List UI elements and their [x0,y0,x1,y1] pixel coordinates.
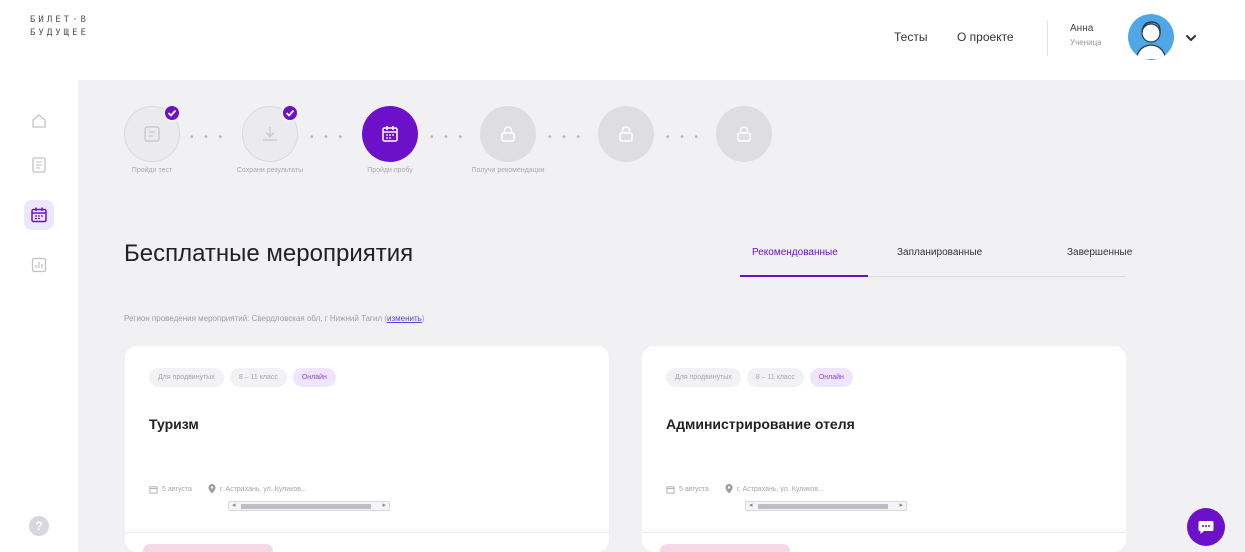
tab-completed[interactable]: Завершенные [1067,247,1132,258]
logo[interactable]: БИЛЕТ·В БУДУЩЕЕ [30,14,89,40]
event-title[interactable]: Туризм [149,416,199,432]
calendar-icon [149,485,158,494]
step-connector: • • • [548,132,585,143]
step-connector: • • • [666,132,703,143]
location-pin-icon [208,484,216,494]
scroll-right-icon[interactable]: ▸ [899,501,903,509]
lock-icon [737,126,751,142]
nav-link-about[interactable]: О проекте [957,30,1014,44]
card-action-pill[interactable] [143,544,273,552]
tag-grade: 8 – 11 класс [229,368,287,387]
scroll-right-icon[interactable]: ▸ [382,501,386,509]
nav-link-tests[interactable]: Тесты [894,30,927,44]
scroll-left-icon[interactable]: ◂ [749,501,753,509]
step-connector: • • • [430,132,467,143]
step-test[interactable] [124,104,181,162]
location-pin-icon [725,484,733,494]
step-label: Сохрани результаты [236,167,304,174]
check-icon [163,104,181,122]
tag-level: Для продвинутых [666,368,741,387]
tab-recommended[interactable]: Рекомендованные [752,247,838,258]
chevron-down-icon[interactable] [1183,30,1199,46]
step-label: Пройди тест [131,167,173,174]
tag-format: Онлайн [292,368,336,387]
sidebar: ? [0,80,78,552]
step-locked-5 [598,106,654,162]
chat-icon [1198,521,1214,534]
lock-icon [619,126,633,142]
event-location: г. Астрахань, ул. Куликов... [219,485,307,493]
calendar-icon [382,126,398,142]
scrollbar-thumb[interactable] [241,504,371,509]
tag-list: Для продвинутых 8 – 11 класс Онлайн [666,368,853,387]
tag-list: Для продвинутых 8 – 11 класс Онлайн [149,368,336,387]
calendar-icon [31,207,47,223]
step-label: Получи рекомендации [471,167,545,174]
event-card[interactable]: Для продвинутых 8 – 11 класс Онлайн Адми… [642,346,1126,552]
avatar[interactable] [1128,14,1174,60]
card-divider [125,532,609,533]
header: БИЛЕТ·В БУДУЩЕЕ Тесты О проекте Анна Уче… [0,0,1245,80]
check-icon [281,104,299,122]
scroll-left-icon[interactable]: ◂ [232,501,236,509]
scrollbar-thumb[interactable] [758,504,888,509]
calendar-icon [666,485,675,494]
sidebar-item-tests[interactable] [24,150,54,180]
sidebar-item-home[interactable] [24,106,54,136]
event-card[interactable]: Для продвинутых 8 – 11 класс Онлайн Тури… [125,346,609,552]
step-recommendations [480,106,536,162]
sidebar-item-events[interactable] [24,200,54,230]
change-region-link[interactable]: изменить [387,314,422,323]
list-icon [32,157,46,173]
active-tab-indicator [740,275,868,277]
step-connector: • • • [310,132,347,143]
step-locked-6 [716,106,772,162]
test-icon [144,126,160,142]
event-title[interactable]: Администрирование отеля [666,416,855,432]
user-name[interactable]: Анна [1070,23,1093,34]
tag-level: Для продвинутых [149,368,224,387]
event-date: 5 августа [679,485,709,493]
location-scrollbar[interactable]: ◂ ▸ [228,501,390,511]
header-divider [1047,20,1048,56]
sidebar-item-results[interactable] [24,250,54,280]
chart-icon [31,257,47,273]
event-meta: 5 августа г. Астрахань, ул. Куликов... [666,484,824,494]
home-icon [32,114,46,128]
tag-format: Онлайн [809,368,853,387]
step-label: Пройди пробу [367,167,413,174]
download-icon [263,127,277,141]
event-meta: 5 августа г. Астрахань, ул. Куликов... [149,484,307,494]
step-connector: • • • [190,132,227,143]
help-icon[interactable]: ? [29,516,49,536]
card-action-pill[interactable] [660,544,790,552]
card-divider [642,532,1126,533]
page-title: Бесплатные мероприятия [124,240,414,267]
user-role: Ученица [1070,38,1102,47]
region-info: Регион проведения мероприятий: Свердловс… [124,314,425,323]
region-text: Регион проведения мероприятий: Свердловс… [124,314,383,323]
lock-icon [501,126,515,142]
event-location: г. Астрахань, ул. Куликов... [736,485,824,493]
step-try[interactable] [362,106,418,162]
avatar-illustration-icon [1135,21,1167,60]
step-save[interactable] [242,104,299,162]
chat-button[interactable] [1187,508,1225,546]
tag-grade: 8 – 11 класс [746,368,804,387]
event-date: 5 августа [162,485,192,493]
tab-planned[interactable]: Запланированные [897,247,982,258]
location-scrollbar[interactable]: ◂ ▸ [745,501,907,511]
